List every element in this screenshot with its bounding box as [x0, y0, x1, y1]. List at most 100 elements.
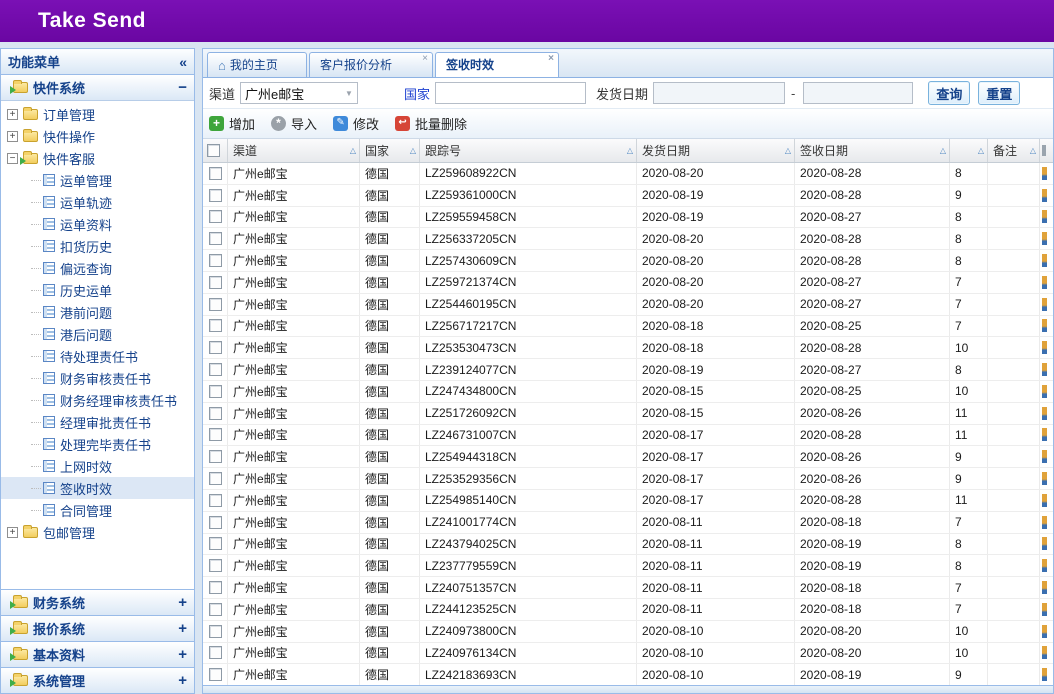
row-checkbox[interactable] — [209, 450, 222, 463]
tree-leaf[interactable]: 财务经理审核责任书 — [1, 389, 194, 411]
sort-icon[interactable]: △ — [410, 146, 416, 155]
column-header-channel[interactable]: 渠道△ — [228, 139, 360, 162]
country-input[interactable] — [435, 82, 586, 104]
column-header-days[interactable]: △ — [950, 139, 988, 162]
table-row[interactable]: 广州e邮宝 德国 LZ244123525CN 2020-08-11 2020-0… — [203, 599, 1053, 621]
date-from-input[interactable] — [653, 82, 785, 104]
tree-leaf[interactable]: 经理审批责任书 — [1, 411, 194, 433]
table-row[interactable]: 广州e邮宝 德国 LZ254985140CN 2020-08-17 2020-0… — [203, 490, 1053, 512]
table-row[interactable]: 广州e邮宝 德国 LZ243794025CN 2020-08-11 2020-0… — [203, 534, 1053, 556]
table-row[interactable]: 广州e邮宝 德国 LZ251726092CN 2020-08-15 2020-0… — [203, 403, 1053, 425]
column-header-sign-date[interactable]: 签收日期△ — [795, 139, 950, 162]
tree-leaf[interactable]: 签收时效 — [1, 477, 194, 499]
batch-delete-button[interactable]: ↩ 批量删除 — [395, 114, 467, 133]
edit-button[interactable]: ✎ 修改 — [333, 114, 379, 133]
tree-leaf[interactable]: 港后问题 — [1, 323, 194, 345]
tree-leaf[interactable]: 港前问题 — [1, 301, 194, 323]
add-button[interactable]: + 增加 — [209, 114, 255, 133]
sort-icon[interactable]: △ — [978, 146, 984, 155]
table-row[interactable]: 广州e邮宝 德国 LZ253529356CN 2020-08-17 2020-0… — [203, 468, 1053, 490]
collapse-section-icon[interactable]: − — [178, 79, 187, 96]
row-checkbox[interactable] — [209, 341, 222, 354]
row-checkbox[interactable] — [209, 407, 222, 420]
row-checkbox[interactable] — [209, 232, 222, 245]
row-checkbox[interactable] — [209, 319, 222, 332]
import-button[interactable]: * 导入 — [271, 114, 317, 133]
table-row[interactable]: 广州e邮宝 德国 LZ256717217CN 2020-08-18 2020-0… — [203, 316, 1053, 338]
date-to-input[interactable] — [803, 82, 913, 104]
collapse-sidebar-icon[interactable]: « — [179, 54, 187, 70]
tab-sign-off-timeliness[interactable]: 签收时效 × — [435, 52, 559, 77]
tree-leaf[interactable]: 财务审核责任书 — [1, 367, 194, 389]
tab-home[interactable]: ⌂ 我的主页 — [207, 52, 307, 77]
table-row[interactable]: 广州e邮宝 德国 LZ247434800CN 2020-08-15 2020-0… — [203, 381, 1053, 403]
channel-select[interactable]: 广州e邮宝 ▼ — [240, 82, 358, 104]
close-tab-icon[interactable]: × — [422, 54, 428, 64]
column-header-ship-date[interactable]: 发货日期△ — [637, 139, 795, 162]
table-row[interactable]: 广州e邮宝 德国 LZ259608922CN 2020-08-20 2020-0… — [203, 163, 1053, 185]
row-checkbox[interactable] — [209, 210, 222, 223]
column-header-country[interactable]: 国家△ — [360, 139, 420, 162]
table-row[interactable]: 广州e邮宝 德国 LZ256337205CN 2020-08-20 2020-0… — [203, 228, 1053, 250]
row-checkbox[interactable] — [209, 167, 222, 180]
reset-button[interactable]: 重置 — [978, 81, 1020, 105]
expand-section-icon[interactable]: + — [178, 620, 187, 637]
sort-icon[interactable]: △ — [785, 146, 791, 155]
table-row[interactable]: 广州e邮宝 德国 LZ259559458CN 2020-08-19 2020-0… — [203, 207, 1053, 229]
tree-folder[interactable]: + 快件操作 — [1, 125, 194, 147]
table-row[interactable]: 广州e邮宝 德国 LZ240751357CN 2020-08-11 2020-0… — [203, 577, 1053, 599]
table-row[interactable]: 广州e邮宝 德国 LZ253530473CN 2020-08-18 2020-0… — [203, 337, 1053, 359]
tree-folder[interactable]: − 快件客服 — [1, 147, 194, 169]
row-checkbox[interactable] — [209, 625, 222, 638]
tree-leaf[interactable]: 上网时效 — [1, 455, 194, 477]
sort-icon[interactable]: △ — [940, 146, 946, 155]
tree-toggle-icon[interactable]: + — [7, 527, 18, 538]
row-checkbox[interactable] — [209, 298, 222, 311]
accordion-section[interactable]: 财务系统 + — [1, 589, 194, 615]
row-checkbox[interactable] — [209, 668, 222, 681]
accordion-express-system[interactable]: 快件系统 − — [1, 75, 194, 101]
tab-customer-quote-analysis[interactable]: 客户报价分析 × — [309, 52, 433, 77]
select-all-checkbox[interactable] — [207, 144, 220, 157]
tree-leaf[interactable]: 运单管理 — [1, 169, 194, 191]
row-checkbox[interactable] — [209, 472, 222, 485]
tree-leaf[interactable]: 偏远查询 — [1, 257, 194, 279]
close-tab-icon[interactable]: × — [548, 54, 554, 64]
search-button[interactable]: 查询 — [928, 81, 970, 105]
accordion-section[interactable]: 基本资料 + — [1, 641, 194, 667]
row-checkbox[interactable] — [209, 516, 222, 529]
row-checkbox[interactable] — [209, 254, 222, 267]
table-row[interactable]: 广州e邮宝 德国 LZ259721374CN 2020-08-20 2020-0… — [203, 272, 1053, 294]
sort-icon[interactable]: △ — [627, 146, 633, 155]
table-row[interactable]: 广州e邮宝 德国 LZ254944318CN 2020-08-17 2020-0… — [203, 446, 1053, 468]
table-row[interactable]: 广州e邮宝 德国 LZ237779559CN 2020-08-11 2020-0… — [203, 555, 1053, 577]
tree-leaf[interactable]: 运单资料 — [1, 213, 194, 235]
row-checkbox[interactable] — [209, 428, 222, 441]
table-row[interactable]: 广州e邮宝 德国 LZ242183693CN 2020-08-10 2020-0… — [203, 664, 1053, 685]
row-checkbox[interactable] — [209, 363, 222, 376]
table-row[interactable]: 广州e邮宝 德国 LZ241001774CN 2020-08-11 2020-0… — [203, 512, 1053, 534]
expand-section-icon[interactable]: + — [178, 672, 187, 689]
expand-section-icon[interactable]: + — [178, 646, 187, 663]
tree-toggle-icon[interactable]: + — [7, 109, 18, 120]
expand-section-icon[interactable]: + — [178, 594, 187, 611]
table-row[interactable]: 广州e邮宝 德国 LZ240976134CN 2020-08-10 2020-0… — [203, 643, 1053, 665]
tree-folder[interactable]: + 包邮管理 — [1, 521, 194, 543]
row-checkbox[interactable] — [209, 276, 222, 289]
tree-folder[interactable]: + 订单管理 — [1, 103, 194, 125]
row-checkbox[interactable] — [209, 559, 222, 572]
tree-leaf[interactable]: 历史运单 — [1, 279, 194, 301]
tree-leaf[interactable]: 扣货历史 — [1, 235, 194, 257]
tree-leaf[interactable]: 待处理责任书 — [1, 345, 194, 367]
sort-icon[interactable]: △ — [350, 146, 356, 155]
sort-icon[interactable]: △ — [1030, 146, 1036, 155]
table-row[interactable]: 广州e邮宝 德国 LZ240973800CN 2020-08-10 2020-0… — [203, 621, 1053, 643]
row-checkbox[interactable] — [209, 603, 222, 616]
row-checkbox[interactable] — [209, 385, 222, 398]
table-row[interactable]: 广州e邮宝 德国 LZ254460195CN 2020-08-20 2020-0… — [203, 294, 1053, 316]
tree-leaf[interactable]: 运单轨迹 — [1, 191, 194, 213]
row-checkbox[interactable] — [209, 537, 222, 550]
tree-toggle-icon[interactable]: + — [7, 131, 18, 142]
column-header-remark[interactable]: 备注△ — [988, 139, 1040, 162]
table-row[interactable]: 广州e邮宝 德国 LZ259361000CN 2020-08-19 2020-0… — [203, 185, 1053, 207]
